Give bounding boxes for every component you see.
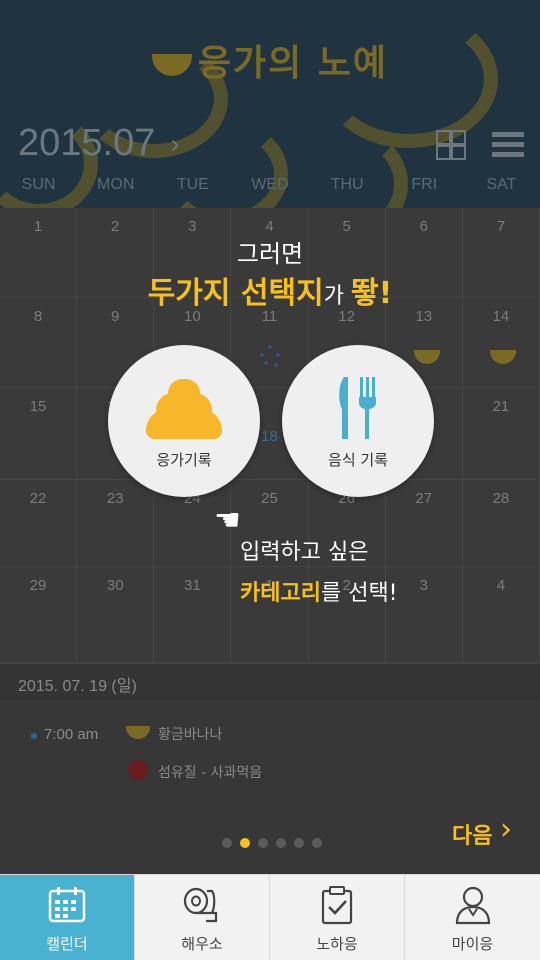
calendar-day-cell[interactable]: 22 xyxy=(0,480,78,567)
weekday-label: FRI xyxy=(411,176,438,193)
grid-view-icon[interactable] xyxy=(436,130,466,160)
poop-record-label: 응가기록 xyxy=(156,451,212,469)
calendar-day-cell[interactable]: 4 xyxy=(462,567,540,663)
day-number: 5 xyxy=(342,218,351,235)
selected-date: 2015. 07. 19 (일) xyxy=(18,678,137,695)
day-number: 1 xyxy=(33,218,43,235)
tab-label: 캘린더 xyxy=(46,935,88,953)
weekday-label: SUN xyxy=(21,176,56,193)
day-number: 6 xyxy=(419,218,428,235)
day-number: 4 xyxy=(496,577,506,594)
tutorial-line-3: 입력하고 싶은 xyxy=(240,540,369,565)
day-number: 27 xyxy=(415,490,433,507)
day-number: 21 xyxy=(492,398,510,415)
tab-label: 마이응 xyxy=(451,935,494,953)
tab-toilet[interactable]: 해우소 xyxy=(135,875,270,960)
calendar-day-cell[interactable]: 29 xyxy=(0,567,78,663)
tutorial-line-1: 그러면 xyxy=(236,240,304,268)
tutorial-text: 가 xyxy=(323,284,351,309)
day-number: 22 xyxy=(29,490,47,507)
calendar-day-cell[interactable]: 30 xyxy=(77,567,155,663)
weekday-label: SAT xyxy=(486,176,517,193)
tab-label: 해우소 xyxy=(181,935,223,953)
tab-calendar[interactable]: 캘린더 xyxy=(0,875,135,960)
day-number: 7 xyxy=(496,218,506,235)
day-number: 4 xyxy=(265,218,274,235)
tutorial-line-2: 두가지 선택지가 뙇! xyxy=(0,268,540,312)
day-number: 3 xyxy=(188,218,197,235)
day-number: 30 xyxy=(106,577,124,594)
food-record-label: 음식 기록 xyxy=(328,451,388,469)
day-number: 2 xyxy=(111,218,120,235)
record-text: 황금바나나 xyxy=(158,727,223,743)
chevron-right-icon[interactable]: › xyxy=(500,812,512,847)
calendar-header: 응가의 노예 2015.07 › SUN MON TUE WED THU FRI SAT xyxy=(0,0,540,208)
knife-fork-icon xyxy=(339,377,376,439)
record-bullet xyxy=(31,733,37,739)
person-icon xyxy=(455,886,490,925)
day-number: 23 xyxy=(106,490,124,507)
apple-icon xyxy=(128,760,148,780)
calendar-day-cell[interactable]: 21 xyxy=(462,388,540,480)
poop-record-button[interactable]: 응가기록 xyxy=(108,345,260,497)
tutorial-text: 를 선택! xyxy=(320,581,398,606)
tab-label: 노하응 xyxy=(316,935,358,953)
weekday-label: THU xyxy=(330,176,364,193)
record-text: 섬유질 - 사과먹음 xyxy=(158,765,263,781)
calendar-day-cell[interactable]: 28 xyxy=(462,480,540,567)
calendar-icon xyxy=(48,887,86,923)
banana-logo-icon xyxy=(151,54,192,76)
month-title: 2015.07 xyxy=(18,122,156,164)
record-time: 7:00 am xyxy=(44,726,99,743)
day-number: 31 xyxy=(184,577,201,594)
next-button[interactable]: 다음 xyxy=(452,818,492,850)
day-number: 28 xyxy=(492,490,510,507)
clipboard-check-icon xyxy=(321,886,353,925)
tutorial-highlight: 두가지 선택지 xyxy=(147,276,324,311)
tutorial-highlight: 뙇! xyxy=(350,276,393,311)
tutorial-line-4: 카테고리를 선택! xyxy=(240,575,398,607)
calendar-day-cell[interactable]: 23 xyxy=(77,480,155,567)
day-number: 25 xyxy=(261,490,278,507)
poop-icon xyxy=(146,379,222,439)
logo-text: 응가의 노예 xyxy=(197,43,389,84)
dots-mark-icon xyxy=(258,345,284,369)
day-number: 29 xyxy=(29,577,47,594)
calendar-day-cell[interactable]: 15 xyxy=(0,388,78,480)
tutorial-highlight: 카테고리 xyxy=(240,581,321,606)
selected-date-bar: 2015. 07. 19 (일) xyxy=(0,663,540,701)
pointing-hand-icon: ☚ xyxy=(214,503,241,538)
calendar-day-cell[interactable]: 27 xyxy=(385,480,463,567)
weekday-label: TUE xyxy=(176,176,209,193)
next-month-button[interactable]: › xyxy=(170,130,180,160)
weekday-label: WED xyxy=(251,176,289,193)
day-number: 15 xyxy=(29,398,47,415)
list-view-icon[interactable] xyxy=(492,130,524,160)
app-logo: 응가의 노예 xyxy=(0,34,540,86)
calendar-day-cell[interactable]: 31 xyxy=(154,567,232,663)
weekday-label: MON xyxy=(97,176,135,193)
app-screen: 응가의 노예 2015.07 › SUN MON TUE WED THU FRI SAT 1… xyxy=(0,0,540,960)
tab-my[interactable]: 마이응 xyxy=(405,875,540,960)
toilet-paper-icon xyxy=(183,887,218,923)
food-record-button[interactable]: 음식 기록 xyxy=(282,345,434,497)
tab-knowhow[interactable]: 노하응 xyxy=(270,875,405,960)
bottom-tab-bar: 캘린더 해우소 노하응 마이응 xyxy=(0,874,540,960)
